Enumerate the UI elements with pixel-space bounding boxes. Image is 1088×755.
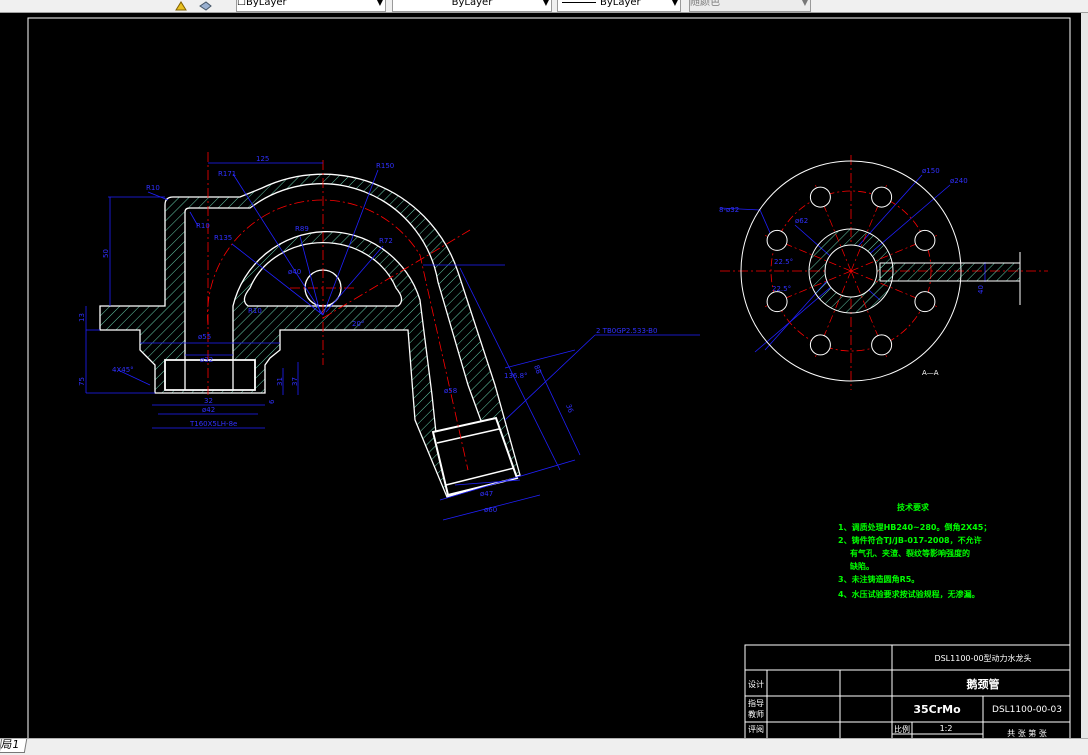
dim-label: R10 bbox=[146, 184, 160, 192]
dim-label: ø42 bbox=[202, 406, 215, 414]
dim-label: R10 bbox=[196, 222, 210, 230]
dim-label: 13 bbox=[78, 313, 86, 322]
tech-req-item: 有气孔、夹渣、裂纹等影响强度的 bbox=[850, 548, 970, 558]
dim-label: R150 bbox=[376, 162, 394, 170]
bolt-hole bbox=[766, 229, 788, 251]
material: 35CrMo bbox=[913, 703, 961, 716]
linetype-select[interactable]: ByLayer ▼ bbox=[392, 0, 552, 12]
bolt-hole bbox=[766, 291, 788, 313]
bolt-hole bbox=[914, 229, 936, 251]
chevron-down-icon: ▼ bbox=[376, 0, 383, 7]
bolt-hole bbox=[809, 186, 831, 208]
dim-label: 75 bbox=[78, 377, 86, 386]
dim-label: 125 bbox=[256, 155, 269, 163]
drawing-canvas[interactable]: 125 R10 R171 R150 R10 R135 R89 R72 ø40 R… bbox=[0, 13, 1081, 749]
layer-previous-icon[interactable] bbox=[198, 0, 212, 11]
bolt-hole bbox=[871, 186, 893, 208]
lower-bore bbox=[164, 359, 256, 391]
tech-req-item: 1、调质处理HB240~280。倒角2X45； bbox=[838, 522, 991, 533]
color-swatch-icon: ☐ bbox=[237, 0, 246, 8]
drawing-number: DSL1100-00-03 bbox=[992, 705, 1062, 715]
dim-label: 40 bbox=[977, 285, 985, 294]
dim-label: 6 bbox=[268, 399, 276, 404]
dim-label: 22.5° bbox=[774, 258, 793, 266]
gooseneck-section-view bbox=[99, 173, 521, 498]
lineweight-select[interactable]: ByLayer ▼ bbox=[557, 0, 681, 12]
dim-label: ø58 bbox=[444, 387, 457, 395]
layer-state-icon[interactable] bbox=[174, 0, 188, 11]
dim-label: ø40 bbox=[288, 268, 301, 276]
dim-label: 32 bbox=[204, 397, 213, 405]
dim-label: 88 bbox=[532, 364, 543, 375]
dim-label: ø47 bbox=[480, 490, 493, 498]
color-select[interactable]: ☐ByLayer ▼ bbox=[236, 0, 386, 12]
dim-label: 136.8° bbox=[504, 372, 528, 380]
part-name: 鹅颈管 bbox=[967, 677, 1000, 691]
reviewer-label: 评阅 bbox=[748, 725, 764, 734]
dim-label: 4X45° bbox=[112, 366, 134, 374]
technical-requirements: 技术要求 1、调质处理HB240~280。倒角2X45； 2、铸件符合TJ/JB… bbox=[838, 502, 991, 599]
advisor-label: 教师 bbox=[748, 709, 764, 719]
dim-label: 20° bbox=[352, 320, 364, 328]
advisor-label: 指导 bbox=[748, 698, 764, 708]
dim-label: R72 bbox=[379, 237, 393, 245]
dim-label: 37 bbox=[291, 377, 299, 386]
dim-label: ø32 bbox=[200, 356, 213, 364]
dim-label: R10 bbox=[248, 307, 262, 315]
arm-section bbox=[879, 262, 1021, 282]
dim-label: 50 bbox=[102, 249, 110, 258]
vertical-scrollbar[interactable] bbox=[1081, 13, 1088, 738]
dim-label: 31 bbox=[276, 377, 284, 386]
dim-label: ø55 bbox=[198, 333, 211, 341]
dim-label: ø240 bbox=[950, 177, 968, 185]
bolt-hole bbox=[871, 334, 893, 356]
tab-layout1[interactable]: 局1 bbox=[0, 738, 28, 753]
chevron-down-icon: ▼ bbox=[801, 0, 808, 7]
project-name: DSL1100-00型动力水龙头 bbox=[934, 653, 1031, 663]
layout-tab-bar: 局1 bbox=[0, 738, 1088, 755]
dim-label: 8-ø32 bbox=[719, 206, 739, 214]
scale-label: 比例 bbox=[894, 724, 910, 734]
tech-req-item: 2、铸件符合TJ/JB-017-2008，不允许 bbox=[838, 535, 982, 545]
tech-req-item: 缺陷。 bbox=[849, 561, 874, 571]
chevron-down-icon: ▼ bbox=[542, 0, 549, 7]
dim-label: R89 bbox=[295, 225, 309, 233]
properties-toolbar: ☐ByLayer ▼ ByLayer ▼ ByLayer ▼ 随颜色 ▼ bbox=[0, 0, 1088, 13]
sheet-count: 共 张 第 张 bbox=[1007, 728, 1047, 738]
tech-req-title: 技术要求 bbox=[897, 502, 930, 512]
plotstyle-select[interactable]: 随颜色 ▼ bbox=[689, 0, 811, 12]
bolt-hole bbox=[914, 291, 936, 313]
bolt-hole bbox=[809, 334, 831, 356]
dim-label: ø62 bbox=[795, 217, 808, 225]
dim-label: ø60 bbox=[484, 506, 497, 514]
tech-req-item: 3、未注铸造圆角R5。 bbox=[838, 574, 919, 584]
section-label: A—A bbox=[922, 369, 939, 377]
scale-value: 1:2 bbox=[940, 724, 953, 733]
cad-drawing: 125 R10 R171 R150 R10 R135 R89 R72 ø40 R… bbox=[27, 17, 1071, 749]
tech-req-item: 4、水压试验要求按试验规程，无渗漏。 bbox=[838, 589, 980, 599]
dim-label: ø150 bbox=[922, 167, 940, 175]
line-sample-icon bbox=[562, 1, 596, 3]
dim-label: 36 bbox=[564, 403, 575, 415]
dim-label: 2 TB0GP2.533-B0 bbox=[596, 327, 657, 335]
dim-label: T160X5LH-8e bbox=[189, 420, 237, 428]
designer-label: 设计 bbox=[748, 679, 764, 689]
chevron-down-icon: ▼ bbox=[671, 0, 678, 7]
dim-label: R171 bbox=[218, 170, 236, 178]
dim-label: R135 bbox=[214, 234, 232, 242]
